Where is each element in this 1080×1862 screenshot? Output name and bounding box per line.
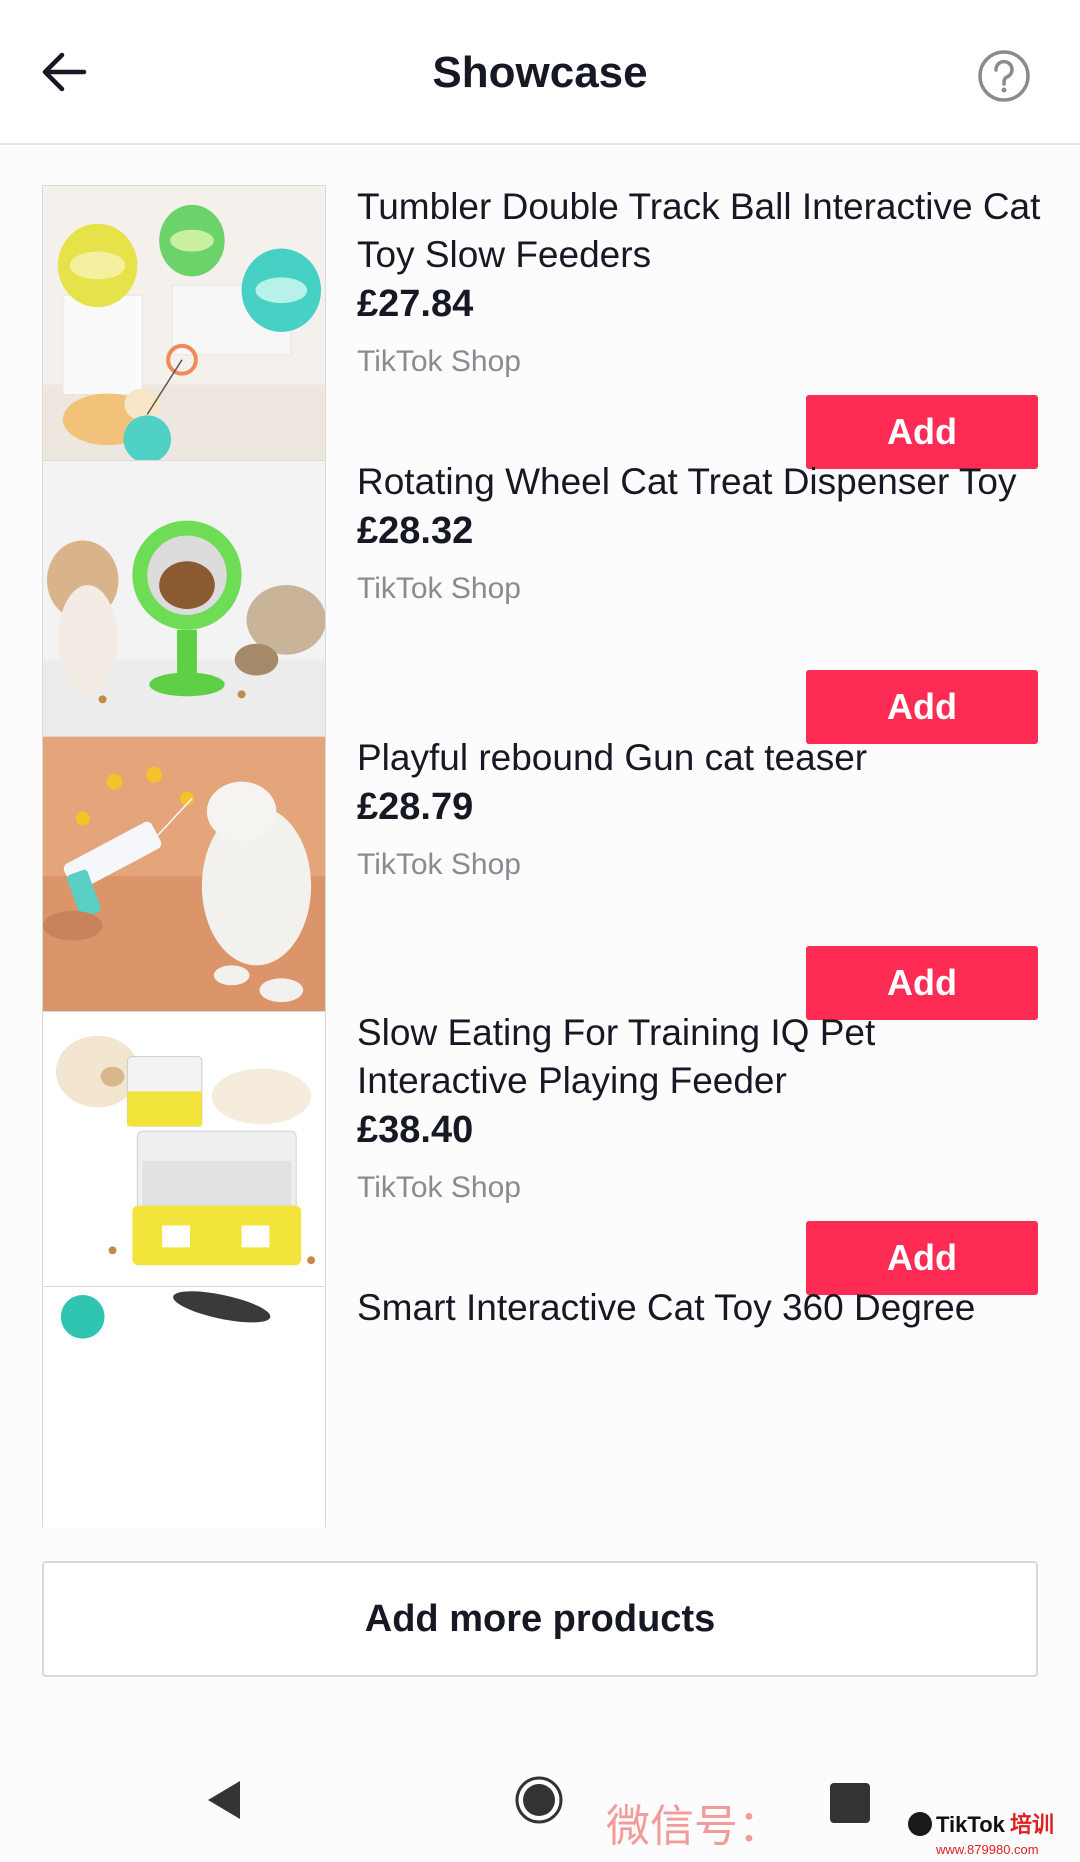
system-navigation-bar [0, 1727, 1080, 1862]
product-price: £27.84 [357, 283, 474, 325]
square-recents-icon[interactable] [830, 1783, 870, 1823]
add-more-section: Add more products [0, 1527, 1080, 1727]
system-home-button[interactable] [514, 1775, 564, 1825]
seller-name: TikTok Shop [357, 572, 521, 605]
help-button[interactable] [976, 48, 1032, 104]
circle-home-icon [515, 1776, 563, 1824]
product-name: Slow Eating For Training IQ Pet Interact… [357, 1012, 876, 1101]
product-name: Rotating Wheel Cat Treat Dispenser Toy [357, 461, 1017, 502]
product-price: £28.32 [357, 510, 474, 552]
seller-name: TikTok Shop [357, 345, 521, 378]
question-circle-icon [978, 50, 1030, 102]
page-title: Showcase [432, 48, 648, 97]
seller-name: TikTok Shop [357, 1171, 521, 1204]
top-app-bar: Showcase [0, 0, 1080, 145]
product-list: Tumbler Double Track Ball Interactive Ca… [0, 147, 1080, 1527]
product-item[interactable]: Smart Interactive Cat Toy 360 Degree [0, 1248, 1080, 1527]
product-name: Smart Interactive Cat Toy 360 Degree [357, 1287, 976, 1328]
system-back-button[interactable] [200, 1775, 250, 1825]
product-price: £28.79 [357, 786, 474, 828]
product-name: Tumbler Double Track Ball Interactive Ca… [357, 186, 1041, 275]
product-price: £38.40 [357, 1109, 474, 1151]
product-name: Playful rebound Gun cat teaser [357, 737, 868, 778]
seller-name: TikTok Shop [357, 848, 521, 881]
add-more-products-button[interactable]: Add more products [42, 1561, 1038, 1677]
triangle-back-icon [208, 1781, 240, 1819]
product-image [42, 1286, 326, 1527]
